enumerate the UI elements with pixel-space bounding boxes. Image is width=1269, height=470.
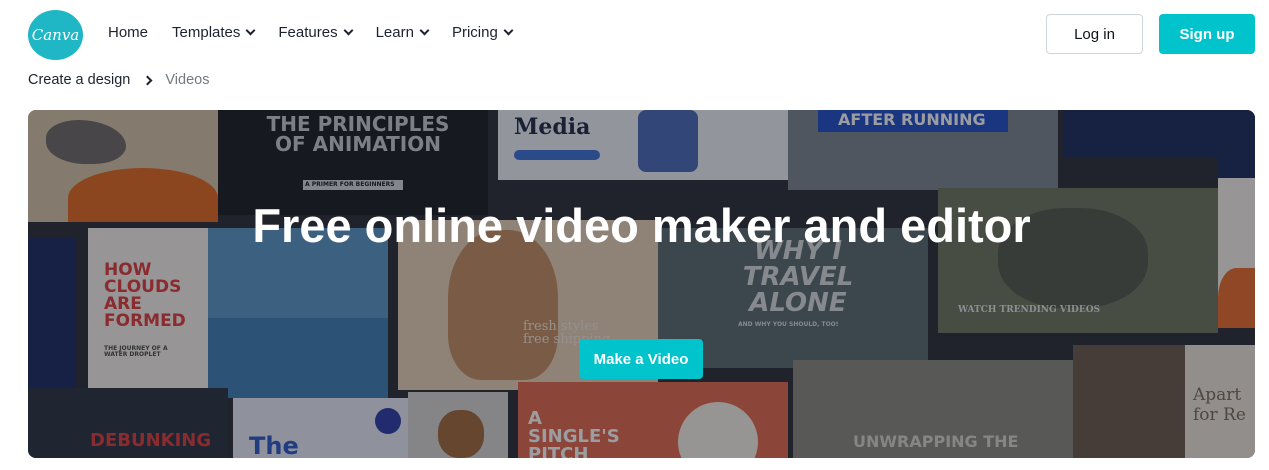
chevron-right-icon	[142, 75, 153, 85]
hero-title: Free online video maker and editor	[252, 199, 1031, 252]
nav-pricing-label: Pricing	[451, 24, 498, 41]
hero-banner: THE PRINCIPLES OF ANIMATION A PRIMER FOR…	[28, 110, 1255, 458]
breadcrumb-create-a-design[interactable]: Create a design	[28, 72, 130, 88]
nav-templates[interactable]: Templates	[172, 24, 256, 41]
nav-learn[interactable]: Learn	[375, 24, 430, 41]
nav-pricing[interactable]: Pricing	[451, 24, 514, 41]
chevron-down-icon	[419, 25, 430, 36]
signup-button[interactable]: Sign up	[1159, 14, 1255, 54]
chevron-down-icon	[343, 25, 354, 36]
nav-features[interactable]: Features	[278, 24, 354, 41]
chevron-down-icon	[245, 25, 256, 36]
nav-home-label: Home	[108, 24, 149, 41]
main-nav: Home Templates Features Learn Pricing	[108, 24, 514, 41]
site-header: Canva Home Templates Features Learn Pric…	[0, 0, 1269, 68]
chevron-down-icon	[503, 25, 514, 36]
make-a-video-button[interactable]: Make a Video	[579, 339, 703, 379]
nav-home[interactable]: Home	[108, 24, 148, 41]
hero-overlay	[28, 110, 1255, 458]
nav-learn-label: Learn	[375, 24, 414, 41]
nav-templates-label: Templates	[172, 24, 241, 41]
login-button[interactable]: Log in	[1046, 14, 1143, 54]
breadcrumb: Create a design Videos	[28, 72, 209, 88]
nav-features-label: Features	[278, 24, 338, 41]
breadcrumb-current: Videos	[165, 72, 210, 88]
logo-wordmark: Canva	[31, 26, 80, 44]
canva-logo[interactable]: Canva	[28, 10, 83, 60]
